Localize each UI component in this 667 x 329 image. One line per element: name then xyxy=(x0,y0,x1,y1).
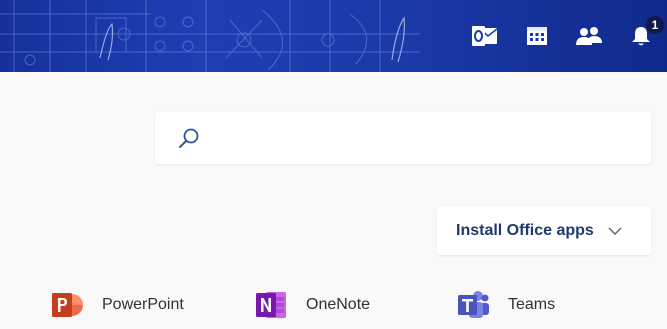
app-launcher-row: PowerPoint OneNote Teams xyxy=(50,288,555,322)
onenote-icon xyxy=(256,292,286,318)
app-powerpoint[interactable]: PowerPoint xyxy=(50,288,254,322)
teams-icon xyxy=(458,291,489,318)
people-icon xyxy=(576,27,602,45)
blueprint-decoration xyxy=(0,0,420,72)
outlook-button[interactable] xyxy=(459,0,511,72)
app-onenote[interactable]: OneNote xyxy=(254,288,456,322)
app-name: PowerPoint xyxy=(102,296,184,313)
outlook-icon xyxy=(472,26,498,46)
notifications-button[interactable]: 1 xyxy=(615,0,667,72)
header-app-icons: 1 xyxy=(459,0,667,72)
calendar-button[interactable] xyxy=(511,0,563,72)
notification-count-badge: 1 xyxy=(646,16,664,34)
search-box[interactable] xyxy=(155,112,651,164)
people-button[interactable] xyxy=(563,0,615,72)
app-name: OneNote xyxy=(306,296,371,313)
calendar-icon xyxy=(527,27,547,45)
chevron-down-icon xyxy=(608,227,622,235)
search-icon xyxy=(179,128,199,148)
search-input[interactable] xyxy=(207,120,637,156)
header-banner: 1 xyxy=(0,0,667,72)
powerpoint-icon xyxy=(52,293,83,317)
app-name: Teams xyxy=(508,296,556,313)
app-teams[interactable]: Teams xyxy=(456,288,555,322)
install-office-apps-button[interactable]: Install Office apps xyxy=(437,207,651,255)
install-office-apps-label: Install Office apps xyxy=(456,222,594,239)
